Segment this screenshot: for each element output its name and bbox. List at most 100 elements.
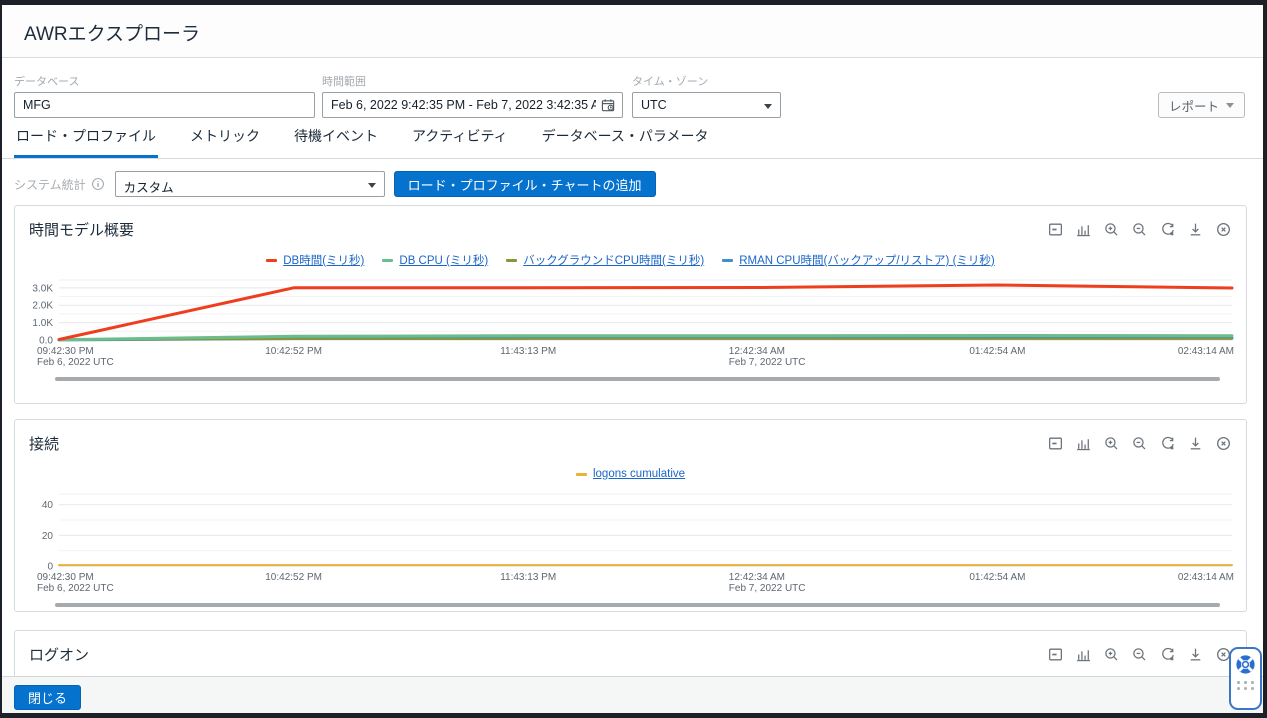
remove-chart-icon[interactable] [1215,221,1232,238]
drag-dots-icon[interactable] [1237,681,1254,690]
legend-series-link[interactable]: RMAN CPU時間(バックアップ/リストア) (ミリ秒) [739,252,995,268]
chart-scrollbar[interactable] [55,603,1220,607]
chart-legend: logons cumulative [29,466,1232,482]
zoom-in-icon[interactable] [1103,435,1120,452]
download-icon[interactable] [1187,435,1204,452]
chart-legend: DB時間(ミリ秒) DB CPU (ミリ秒) バックグラウンドCPU時間(ミリ秒) R… [29,252,1232,268]
legend-series-link[interactable]: DB CPU (ミリ秒) [399,252,488,268]
help-widget[interactable] [1229,647,1262,710]
legend-item[interactable]: RMAN CPU時間(バックアップ/リストア) (ミリ秒) [722,252,995,268]
database-label: データベース [14,73,79,89]
timezone-label: タイム・ゾーン [632,73,708,89]
system-stats-label: システム統計 [14,176,86,193]
legend-series-link[interactable]: バックグラウンドCPU時間(ミリ秒) [523,252,704,268]
legend-series-link[interactable]: logons cumulative [593,468,685,480]
download-icon[interactable] [1187,646,1204,663]
calendar-clock-icon[interactable] [601,98,616,113]
chart-toolbar [1047,646,1232,663]
database-input[interactable] [14,92,315,118]
svg-text:Feb 6, 2022 UTC: Feb 6, 2022 UTC [37,583,114,594]
svg-text:02:43:14 AM: 02:43:14 AM [1178,572,1234,583]
chart-card-time-model: 時間モデル概要 DB時間(ミリ秒) DB CPU (ミリ秒) バックグラウンドCPU… [14,205,1247,404]
svg-text:02:43:14 AM: 02:43:14 AM [1178,346,1234,357]
zoom-out-icon[interactable] [1131,435,1148,452]
svg-text:11:43:13 PM: 11:43:13 PM [500,346,556,357]
time-range-input[interactable] [322,92,623,118]
timezone-select[interactable]: UTC [632,92,781,118]
chart-summary-icon[interactable] [1047,435,1064,452]
legend-series-link[interactable]: DB時間(ミリ秒) [283,252,364,268]
tab-metrics[interactable]: メトリック [188,125,262,158]
chart-scrollbar[interactable] [55,377,1220,381]
bar-chart-icon[interactable] [1075,435,1092,452]
timezone-field-group: タイム・ゾーン UTC [632,58,781,125]
svg-text:0.0: 0.0 [39,336,53,347]
card-header: ログオン [29,643,1232,665]
download-icon[interactable] [1187,221,1204,238]
bar-chart-icon[interactable] [1075,646,1092,663]
chart-title: 接続 [29,433,59,454]
svg-text:3.0K: 3.0K [32,283,53,294]
tab-bar: ロード・プロファイル メトリック 待機イベント アクティビティ データベース・パ… [2,125,1263,159]
footer-bar: 閉じる [2,676,1263,713]
svg-text:Feb 6, 2022 UTC: Feb 6, 2022 UTC [37,357,114,368]
chevron-down-icon [1226,103,1234,108]
remove-chart-icon[interactable] [1215,435,1232,452]
legend-swatch-icon [576,473,587,476]
awr-explorer-window: AWRエクスプローラ データベース 時間範囲 タイム・ゾーン UTC レポート … [2,5,1263,713]
life-ring-icon[interactable] [1234,653,1257,676]
chart-title: ログオン [29,644,89,665]
zoom-out-icon[interactable] [1131,221,1148,238]
time-model-line-chart[interactable]: 3.0K2.0K1.0K0.009:42:30 PMFeb 6, 2022 UT… [29,274,1234,372]
connections-line-chart[interactable]: 4020009:42:30 PMFeb 6, 2022 UTC10:42:52 … [29,488,1234,598]
chart-title: 時間モデル概要 [29,219,134,240]
chart-toolbar [1047,435,1232,452]
close-button[interactable]: 閉じる [14,685,81,710]
preset-value: カスタム [124,181,174,195]
time-range-field-group: 時間範囲 [322,58,623,125]
reset-zoom-icon[interactable] [1159,646,1176,663]
legend-item[interactable]: バックグラウンドCPU時間(ミリ秒) [506,252,704,268]
zoom-in-icon[interactable] [1103,221,1120,238]
legend-item[interactable]: DB時間(ミリ秒) [266,252,364,268]
svg-text:10:42:52 PM: 10:42:52 PM [265,572,322,583]
system-stats-controls: システム統計 カスタム ロード・プロファイル・チャートの追加 [14,170,1251,198]
reset-zoom-icon[interactable] [1159,221,1176,238]
svg-text:Feb 7, 2022 UTC: Feb 7, 2022 UTC [729,583,806,594]
card-header: 時間モデル概要 [29,218,1232,240]
zoom-out-icon[interactable] [1131,646,1148,663]
card-header: 接続 [29,432,1232,454]
legend-item[interactable]: DB CPU (ミリ秒) [382,252,488,268]
tab-wait-events[interactable]: 待機イベント [292,125,380,158]
legend-swatch-icon [506,259,517,262]
filter-bar: データベース 時間範囲 タイム・ゾーン UTC レポート [2,58,1263,125]
legend-swatch-icon [266,259,277,262]
report-button-label: レポート [1169,96,1219,115]
svg-text:12:42:34 AM: 12:42:34 AM [729,572,785,583]
chevron-down-icon [764,104,772,109]
tab-db-parameters[interactable]: データベース・パラメータ [540,125,711,158]
svg-text:12:42:34 AM: 12:42:34 AM [729,346,785,357]
svg-text:1.0K: 1.0K [32,318,53,329]
svg-text:10:42:52 PM: 10:42:52 PM [265,346,322,357]
zoom-in-icon[interactable] [1103,646,1120,663]
chart-summary-icon[interactable] [1047,646,1064,663]
tab-activity[interactable]: アクティビティ [410,125,510,158]
system-stats-preset-select[interactable]: カスタム [115,171,385,197]
add-load-profile-chart-button[interactable]: ロード・プロファイル・チャートの追加 [394,171,656,197]
chart-summary-icon[interactable] [1047,221,1064,238]
report-button[interactable]: レポート [1158,92,1245,118]
info-icon[interactable] [91,177,105,191]
svg-text:09:42:30 PM: 09:42:30 PM [37,346,94,357]
chart-toolbar [1047,221,1232,238]
page-header: AWRエクスプローラ [2,5,1263,58]
database-field-group: データベース [14,58,315,125]
chevron-down-icon [368,183,376,188]
svg-text:01:42:54 AM: 01:42:54 AM [969,572,1025,583]
tab-load-profile[interactable]: ロード・プロファイル [14,125,158,158]
legend-item[interactable]: logons cumulative [576,468,685,480]
reset-zoom-icon[interactable] [1159,435,1176,452]
time-range-label: 時間範囲 [322,73,366,89]
svg-text:01:42:54 AM: 01:42:54 AM [969,346,1025,357]
bar-chart-icon[interactable] [1075,221,1092,238]
